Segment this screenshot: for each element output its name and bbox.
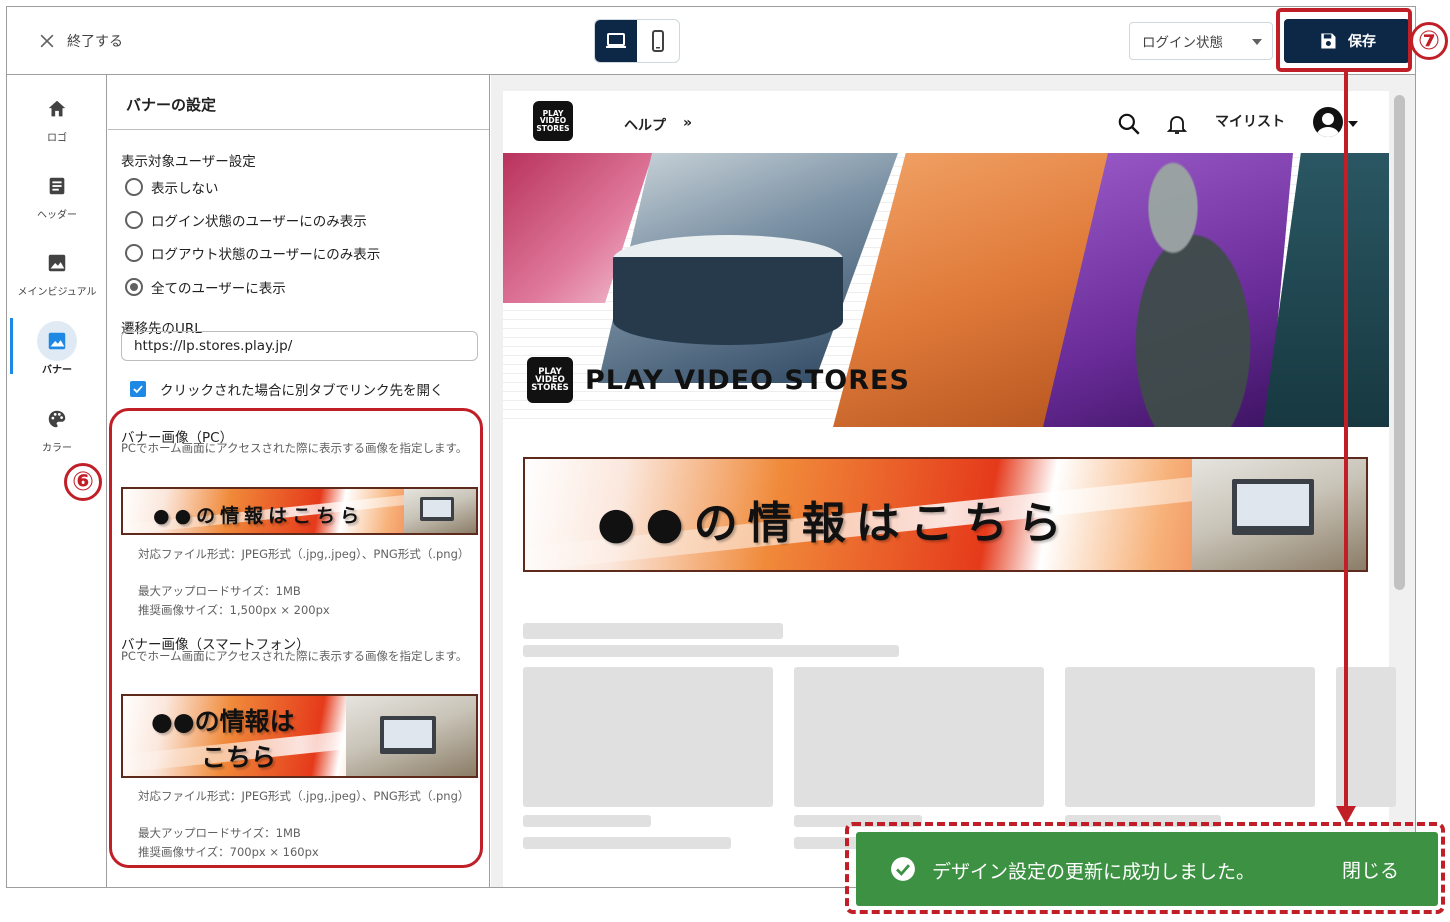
nav-label-logo: ロゴ bbox=[47, 133, 67, 144]
main-visual: PLAY VIDEO STORES PLAY VIDEO STORES bbox=[503, 153, 1389, 427]
close-icon bbox=[40, 34, 54, 48]
radio-hide[interactable]: 表示しない bbox=[125, 176, 219, 198]
nav-item-logo[interactable]: ロゴ bbox=[7, 89, 107, 153]
skeleton-card bbox=[794, 667, 1044, 807]
new-tab-option[interactable]: クリックされた場合に別タブでリンク先を開く bbox=[130, 379, 444, 399]
logo-line: STORES bbox=[536, 123, 570, 133]
radio-all-users[interactable]: 全てのユーザーに表示 bbox=[125, 276, 286, 298]
login-state-select[interactable]: ログイン状態 bbox=[1129, 22, 1273, 60]
laptop-icon bbox=[606, 33, 626, 48]
laptop-screen bbox=[1237, 484, 1309, 526]
nav-item-banner[interactable]: バナー bbox=[7, 321, 107, 385]
chevron-down-icon[interactable] bbox=[1348, 121, 1358, 127]
radio-logged-in-only[interactable]: ログイン状態のユーザーにのみ表示 bbox=[125, 209, 367, 231]
annotation-box-step7 bbox=[1276, 8, 1412, 72]
new-tab-label: クリックされた場合に別タブでリンク先を開く bbox=[160, 383, 444, 399]
radio-circle bbox=[125, 211, 143, 229]
guitarist-graphic bbox=[1093, 153, 1293, 427]
radio-label: 全てのユーザーに表示 bbox=[151, 281, 286, 297]
nav-item-header[interactable]: ヘッダー bbox=[7, 166, 107, 230]
mylist-link[interactable]: マイリスト bbox=[1215, 111, 1285, 131]
site-logo[interactable]: PLAY VIDEO STORES bbox=[533, 101, 573, 141]
radio-label: ログアウト状態のユーザーにのみ表示 bbox=[151, 247, 381, 263]
logo-line: STORES bbox=[531, 383, 569, 394]
laptop-graphic bbox=[1232, 479, 1314, 535]
smartphone-icon bbox=[652, 30, 664, 52]
hero-logo: PLAY VIDEO STORES bbox=[527, 357, 573, 403]
radio-label: ログイン状態のユーザーにのみ表示 bbox=[151, 214, 367, 230]
hero-title: PLAY VIDEO STORES bbox=[585, 364, 910, 396]
radio-circle bbox=[125, 178, 143, 196]
skeleton-line bbox=[523, 645, 899, 657]
banner-icon-wrap bbox=[37, 321, 77, 361]
radio-circle bbox=[125, 244, 143, 262]
preview-page: PLAY VIDEO STORES ヘルプ » マイリスト PLAY VIDEO… bbox=[503, 91, 1396, 887]
home-icon-wrap bbox=[37, 89, 77, 129]
avatar[interactable] bbox=[1313, 107, 1343, 137]
checkmark-icon bbox=[133, 385, 143, 394]
device-toggle bbox=[594, 19, 680, 63]
skeleton-line bbox=[523, 837, 731, 849]
banner-text: ●●の情報はこちら bbox=[597, 498, 1072, 549]
top-bar: 終了する ログイン状態 保存 bbox=[7, 7, 1415, 75]
target-users-label: 表示対象ユーザー設定 bbox=[121, 154, 256, 170]
login-state-value: ログイン状態 bbox=[1142, 35, 1223, 51]
annotation-step7-number: ⑦ bbox=[1410, 22, 1448, 60]
skeleton-line bbox=[523, 815, 651, 827]
mobile-view-button[interactable] bbox=[637, 20, 679, 62]
nav-label-banner: バナー bbox=[42, 365, 72, 376]
nav-label-main-visual: メインビジュアル bbox=[17, 287, 97, 298]
exit-button[interactable]: 終了する bbox=[37, 27, 123, 55]
home-icon bbox=[48, 100, 66, 117]
help-arrow-icon: » bbox=[683, 115, 693, 131]
nav-item-main-visual[interactable]: メインビジュアル bbox=[7, 243, 107, 307]
nav-label-header: ヘッダー bbox=[37, 210, 77, 221]
drum-graphic bbox=[613, 235, 843, 345]
radio-logged-out-only[interactable]: ログアウト状態のユーザーにのみ表示 bbox=[125, 242, 380, 264]
radio-circle bbox=[125, 278, 143, 296]
preview-banner[interactable]: ●●の情報はこちら bbox=[523, 457, 1368, 572]
image-icon-wrap bbox=[37, 243, 77, 283]
palette-icon-wrap bbox=[37, 399, 77, 439]
annotation-arrow-line bbox=[1344, 72, 1348, 809]
preview-header: PLAY VIDEO STORES ヘルプ » マイリスト bbox=[503, 91, 1389, 153]
bell-icon[interactable] bbox=[1165, 111, 1189, 137]
radio-label: 表示しない bbox=[151, 181, 219, 197]
nav-item-color[interactable]: カラー bbox=[7, 399, 107, 463]
article-icon-wrap bbox=[37, 166, 77, 206]
panel-title: バナーの設定 bbox=[108, 75, 489, 130]
annotation-box-toast bbox=[845, 822, 1445, 914]
image-icon bbox=[48, 254, 66, 272]
help-link[interactable]: ヘルプ bbox=[624, 115, 666, 135]
annotation-step6-number: ⑥ bbox=[64, 463, 102, 501]
exit-label: 終了する bbox=[67, 34, 123, 50]
nav-label-color: カラー bbox=[42, 443, 72, 454]
desktop-view-button[interactable] bbox=[595, 20, 637, 62]
search-icon[interactable] bbox=[1116, 111, 1142, 137]
skeleton-card bbox=[523, 667, 773, 807]
skeleton-card bbox=[1065, 667, 1315, 807]
banner-image-icon bbox=[48, 332, 66, 350]
preview-scrollbar[interactable] bbox=[1394, 95, 1405, 590]
avatar-head bbox=[1322, 113, 1334, 125]
palette-icon bbox=[48, 410, 66, 428]
banner-image: ●●の情報はこちら bbox=[525, 459, 1366, 570]
banner-photo bbox=[1192, 459, 1366, 570]
url-input[interactable]: https://lp.stores.play.jp/ bbox=[121, 331, 478, 361]
checkbox-checked[interactable] bbox=[130, 381, 146, 397]
avatar-body bbox=[1317, 127, 1339, 137]
chevron-down-icon bbox=[1252, 39, 1262, 45]
article-icon bbox=[49, 177, 65, 195]
hero-brand: PLAY VIDEO STORES PLAY VIDEO STORES bbox=[527, 357, 910, 403]
site-preview: PLAY VIDEO STORES ヘルプ » マイリスト PLAY VIDEO… bbox=[491, 75, 1415, 887]
annotation-box-step6 bbox=[109, 408, 483, 868]
skeleton-line bbox=[523, 623, 783, 639]
